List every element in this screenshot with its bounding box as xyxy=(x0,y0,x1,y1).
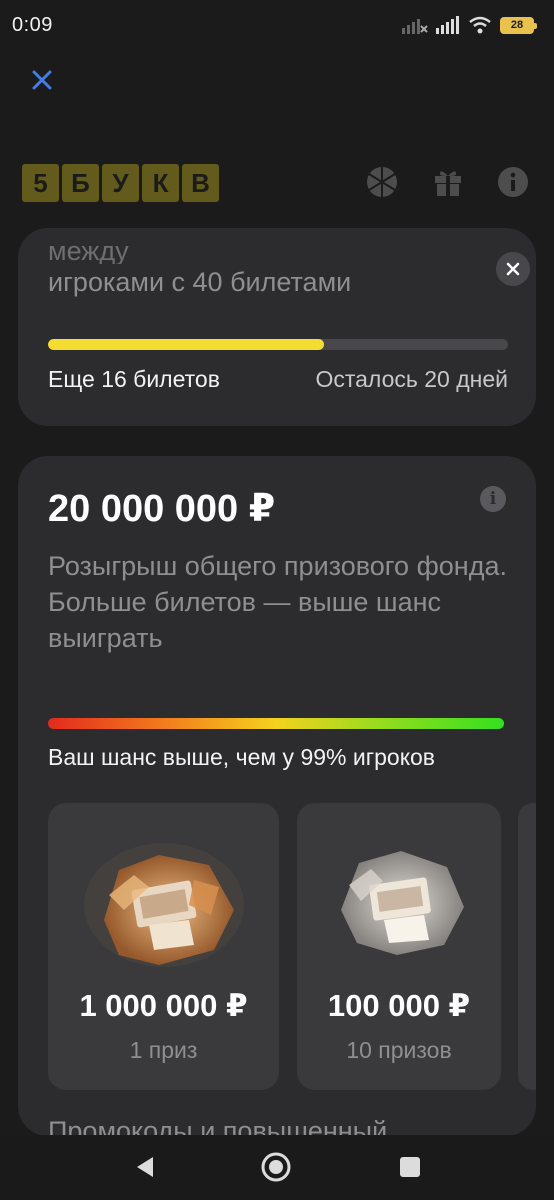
status-time: 0:09 xyxy=(12,13,53,36)
back-button[interactable] xyxy=(128,1151,160,1183)
tickets-left-text: Еще 16 билетов xyxy=(48,366,220,392)
game-header: 5 Б У К В xyxy=(0,150,554,216)
goal-card-close-button[interactable] xyxy=(496,252,530,286)
status-icons: 28 xyxy=(402,16,537,34)
days-left-text: Осталось 20 дней xyxy=(315,366,508,392)
back-icon xyxy=(137,1157,153,1177)
prize-description-line2: Больше билетов — выше шанс выиграть xyxy=(48,587,442,653)
prize-amount: 100 000 ₽ xyxy=(327,988,471,1023)
money-stack-gold-icon xyxy=(83,843,244,967)
money-stack-silver-icon xyxy=(341,851,464,955)
wheel-button[interactable] xyxy=(364,164,400,200)
prize-description-line1: Розыгрыш общего призового фонда. xyxy=(48,551,507,581)
status-bar: 0:09 28 xyxy=(0,0,554,50)
signal-off-icon xyxy=(402,19,428,34)
close-icon xyxy=(32,70,52,90)
gift-icon xyxy=(435,171,461,196)
close-button[interactable] xyxy=(24,62,60,98)
home-button[interactable] xyxy=(260,1151,292,1183)
goal-footer: Еще 16 билетов Осталось 20 дней xyxy=(48,366,508,393)
battery-level: 28 xyxy=(510,19,524,31)
signal-icon xyxy=(436,16,459,34)
ticket-progress-fill xyxy=(48,339,324,350)
prize-amount: 1 000 000 ₽ xyxy=(79,988,248,1023)
logo-letter: У xyxy=(102,164,139,202)
close-icon xyxy=(506,262,520,276)
game-logo: 5 Б У К В xyxy=(22,164,219,202)
recents-icon xyxy=(400,1157,420,1177)
prize-count: 1 приз xyxy=(129,1037,198,1063)
logo-letter: 5 xyxy=(22,164,59,202)
logo-letter: К xyxy=(142,164,179,202)
wheel-icon xyxy=(367,167,397,197)
home-icon xyxy=(261,1152,291,1182)
logo-letter: В xyxy=(182,164,219,202)
prize-info-button[interactable]: i xyxy=(480,486,506,512)
prize-fund-card: 20 000 000 ₽ i Розыгрыш общего призового… xyxy=(18,456,536,1136)
promo-text-partial: Промокоды и повышенный xyxy=(48,1116,388,1136)
ticket-goal-card: между игроками с 40 билетами Еще 16 биле… xyxy=(18,228,536,426)
recents-button[interactable] xyxy=(394,1151,426,1183)
goal-text-partial: между xyxy=(48,242,129,264)
gift-button[interactable] xyxy=(430,164,466,200)
prize-description: Розыгрыш общего призового фонда. Больше … xyxy=(48,548,508,656)
info-header-button[interactable] xyxy=(495,164,531,200)
chance-text: Ваш шанс выше, чем у 99% игроков xyxy=(48,744,436,770)
info-icon: i xyxy=(489,489,497,509)
battery-icon: 28 xyxy=(500,16,537,34)
prize-count: 10 призов xyxy=(346,1037,452,1063)
system-nav-bar xyxy=(0,1135,554,1200)
prize-tile[interactable]: 100 000 ₽ 10 призов xyxy=(297,803,501,1090)
prize-tile[interactable]: 1 000 000 ₽ 1 приз xyxy=(48,803,279,1090)
logo-letter: Б xyxy=(62,164,99,202)
goal-text: игроками с 40 билетами xyxy=(48,267,352,297)
info-icon xyxy=(498,167,528,197)
chance-gradient-bar xyxy=(48,718,504,729)
wifi-icon xyxy=(469,16,491,34)
prize-tile-partial[interactable] xyxy=(518,803,536,1090)
prize-fund-title: 20 000 000 ₽ xyxy=(48,488,276,530)
ticket-progress-bar xyxy=(48,339,508,350)
goal-description: между игроками с 40 билетами xyxy=(48,242,351,300)
